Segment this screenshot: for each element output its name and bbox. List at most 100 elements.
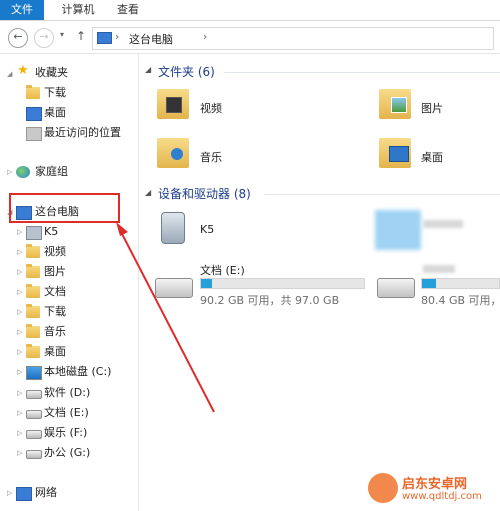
tab-view[interactable]: 查看 xyxy=(110,0,146,20)
folder-label-pictures[interactable]: 图片 xyxy=(421,100,443,116)
drive-e-usage-bar xyxy=(200,278,365,289)
watermark-url: www.qdltdj.com xyxy=(402,491,482,502)
collapse-icon[interactable]: ◢ xyxy=(145,188,151,197)
expand-icon[interactable]: ▷ xyxy=(7,484,15,502)
expand-icon[interactable]: ▷ xyxy=(17,283,25,301)
expand-icon[interactable]: ▷ xyxy=(17,404,25,422)
nav-item-recent[interactable]: 最近访问的位置 xyxy=(44,124,121,142)
recent-locations-icon[interactable]: ▾ xyxy=(60,30,64,39)
downloads-folder-icon xyxy=(26,304,40,318)
collapse-icon[interactable]: ◢ xyxy=(145,65,151,74)
nav-item-drive-c[interactable]: 本地磁盘 (C:) xyxy=(44,363,111,381)
blurred-device-icon[interactable] xyxy=(375,210,421,250)
blurred-label xyxy=(423,220,463,228)
folder-label-music[interactable]: 音乐 xyxy=(200,149,222,165)
star-icon: ★ xyxy=(17,63,29,78)
drive-e-capacity: 90.2 GB 可用，共 97.0 GB xyxy=(200,294,340,307)
system-drive-icon xyxy=(26,366,42,380)
desktop-icon xyxy=(389,146,409,162)
breadcrumb-separator: › xyxy=(115,30,120,43)
expand-icon[interactable]: ▷ xyxy=(17,444,25,462)
tab-file[interactable]: 文件 xyxy=(0,0,44,20)
breadcrumb[interactable]: 这台电脑 xyxy=(129,31,173,47)
drive-e-usage-fill xyxy=(201,279,213,288)
address-bar[interactable]: › 这台电脑 › xyxy=(92,27,494,50)
music-folder-icon xyxy=(26,324,40,338)
nav-network[interactable]: 网络 xyxy=(35,484,57,502)
navigation-bar: ← → ▾ ↑ › 这台电脑 › xyxy=(0,21,500,54)
drive-icon[interactable] xyxy=(377,278,415,298)
drive-icon xyxy=(26,430,42,439)
picture-icon xyxy=(391,97,407,113)
nav-item-desktop-pc[interactable]: 桌面 xyxy=(44,343,66,361)
phone-icon[interactable] xyxy=(161,212,185,244)
videos-folder-icon xyxy=(26,244,40,258)
up-button[interactable]: ↑ xyxy=(76,29,86,43)
videos-folder-icon[interactable] xyxy=(157,89,189,119)
blurred-label xyxy=(423,265,455,273)
folder-label-videos[interactable]: 视频 xyxy=(200,100,222,116)
drive-icon xyxy=(26,410,42,419)
documents-folder-icon xyxy=(26,284,40,298)
expand-icon[interactable]: ▷ xyxy=(17,323,25,341)
forward-button[interactable]: → xyxy=(34,28,54,48)
expand-icon[interactable]: ▷ xyxy=(17,384,25,402)
nav-item-pictures[interactable]: 图片 xyxy=(44,263,66,281)
breadcrumb-chevron-icon[interactable]: › xyxy=(203,30,207,43)
nav-item-videos[interactable]: 视频 xyxy=(44,243,66,261)
drive-2-usage-bar xyxy=(421,278,500,289)
devices-group-title[interactable]: 设备和驱动器 (8) xyxy=(158,185,251,202)
computer-icon xyxy=(97,32,112,44)
expand-icon[interactable]: ▷ xyxy=(17,424,25,442)
network-icon xyxy=(16,487,32,501)
watermark-logo-icon xyxy=(368,473,398,503)
expand-icon[interactable]: ▷ xyxy=(17,263,25,281)
expand-icon[interactable]: ▷ xyxy=(17,243,25,261)
nav-item-downloads-pc[interactable]: 下载 xyxy=(44,303,66,321)
tab-computer[interactable]: 计算机 xyxy=(54,0,102,20)
desktop-folder-icon[interactable] xyxy=(379,138,411,168)
nav-favorites[interactable]: 收藏夹 xyxy=(35,64,68,82)
watermark: 启东安卓网 www.qdltdj.com xyxy=(368,471,496,507)
expand-icon[interactable]: ▷ xyxy=(17,223,25,241)
back-button[interactable]: ← xyxy=(8,28,28,48)
nav-item-documents[interactable]: 文档 xyxy=(44,283,66,301)
desktop-folder-icon xyxy=(26,344,40,358)
folder-label-desktop[interactable]: 桌面 xyxy=(421,149,443,165)
expand-icon[interactable]: ▷ xyxy=(17,363,25,381)
download-folder-icon xyxy=(26,85,40,99)
music-note-icon xyxy=(171,148,183,160)
pictures-folder-icon xyxy=(26,264,40,278)
drive-2-capacity: 80.4 GB 可用，共 xyxy=(421,294,500,307)
drive-e-icon[interactable] xyxy=(155,278,193,298)
folders-group-title[interactable]: 文件夹 (6) xyxy=(158,63,215,80)
expand-icon[interactable]: ▷ xyxy=(17,303,25,321)
nav-item-drive-d[interactable]: 软件 (D:) xyxy=(44,384,90,402)
pictures-folder-icon[interactable] xyxy=(379,89,411,119)
drive-icon xyxy=(26,390,42,399)
nav-homegroup[interactable]: 家庭组 xyxy=(35,163,68,181)
drive-e-label[interactable]: 文档 (E:) xyxy=(200,262,245,278)
divider xyxy=(264,194,500,195)
expand-icon[interactable]: ▷ xyxy=(7,163,15,181)
film-icon xyxy=(166,97,182,113)
nav-item-drive-e[interactable]: 文档 (E:) xyxy=(44,404,89,422)
nav-item-drive-g[interactable]: 办公 (G:) xyxy=(44,444,90,462)
expand-icon[interactable]: ▷ xyxy=(17,343,25,361)
nav-item-desktop[interactable]: 桌面 xyxy=(44,104,66,122)
phone-icon xyxy=(26,226,42,240)
divider xyxy=(224,72,500,73)
music-folder-icon[interactable] xyxy=(157,138,189,168)
nav-item-drive-f[interactable]: 娱乐 (F:) xyxy=(44,424,87,442)
content-pane: ◢ 文件夹 (6) 视频 图片 音乐 桌面 ◢ 设备和驱动器 (8) K5 文档… xyxy=(139,54,500,511)
drive-icon xyxy=(26,450,42,459)
homegroup-icon xyxy=(16,166,30,178)
drive-2-usage-fill xyxy=(422,279,436,288)
navigation-pane: ◢ ★ 收藏夹 下载 桌面 最近访问的位置 ▷ 家庭组 ◢ 这台电脑 ▷ K5 … xyxy=(0,54,139,511)
nav-item-downloads[interactable]: 下载 xyxy=(44,84,66,102)
nav-item-k5[interactable]: K5 xyxy=(44,223,58,241)
nav-item-music[interactable]: 音乐 xyxy=(44,323,66,341)
expand-icon[interactable]: ◢ xyxy=(7,65,15,83)
watermark-name: 启东安卓网 xyxy=(402,477,468,492)
device-label-k5[interactable]: K5 xyxy=(200,223,214,236)
